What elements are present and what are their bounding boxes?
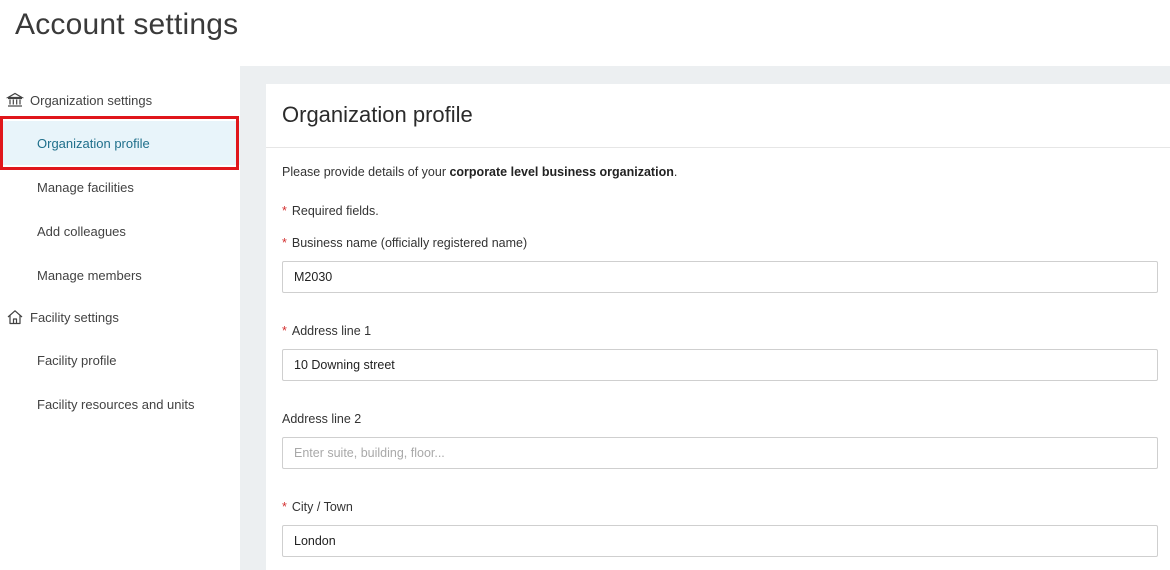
- address-line-1-label: * Address line 1: [282, 324, 371, 338]
- business-name-label: * Business name (officially registered na…: [282, 236, 527, 250]
- sidebar-section-organization: Organization settings: [6, 89, 152, 111]
- address-line-2-label: Address line 2: [282, 412, 361, 426]
- page-title: Account settings: [15, 8, 239, 41]
- sidebar-item-organization-profile[interactable]: Organization profile: [0, 121, 240, 165]
- required-star: *: [282, 236, 287, 250]
- intro-text: Please provide details of your corporate…: [282, 165, 677, 179]
- sidebar-section-label: Organization settings: [30, 92, 153, 108]
- sidebar-item-facility-resources[interactable]: Facility resources and units: [0, 382, 240, 426]
- sidebar-item-manage-members[interactable]: Manage members: [0, 253, 240, 297]
- sidebar-item-label: Manage facilities: [37, 179, 134, 195]
- sidebar-item-label: Facility profile: [37, 352, 117, 368]
- intro-suffix: .: [673, 165, 678, 179]
- sidebar-item-label: Add colleagues: [37, 223, 126, 239]
- intro-bold: corporate level business organization: [449, 165, 674, 179]
- page-header: Account settings: [0, 0, 1170, 66]
- address-line-1-input[interactable]: [282, 349, 1158, 381]
- divider: [266, 147, 1170, 148]
- required-note-text: Required fields.: [291, 204, 379, 218]
- required-star: *: [282, 204, 287, 218]
- label-text: City / Town: [291, 500, 353, 514]
- sidebar-item-label: Organization profile: [37, 135, 150, 151]
- required-star: *: [282, 324, 287, 338]
- label-text: Business name (officially registered nam…: [291, 236, 528, 250]
- required-note: * Required fields.: [282, 204, 379, 218]
- sidebar-item-add-colleagues[interactable]: Add colleagues: [0, 209, 240, 253]
- card-title: Organization profile: [282, 102, 473, 127]
- business-name-input[interactable]: [282, 261, 1158, 293]
- sidebar-item-label: Facility resources and units: [37, 396, 195, 412]
- city-label: * City / Town: [282, 500, 353, 514]
- home-icon: [6, 308, 24, 326]
- profile-card: Organization profile Please provide deta…: [266, 84, 1170, 570]
- city-input[interactable]: [282, 525, 1158, 557]
- sidebar-item-facility-profile[interactable]: Facility profile: [0, 338, 240, 382]
- intro-prefix: Please provide details of your: [282, 165, 450, 179]
- bank-icon: [6, 91, 24, 109]
- sidebar-item-label: Manage members: [37, 267, 142, 283]
- sidebar-section-facility: Facility settings: [6, 306, 119, 328]
- label-text: Address line 1: [291, 324, 372, 338]
- required-star: *: [282, 500, 287, 514]
- address-line-2-input[interactable]: [282, 437, 1158, 469]
- label-text: Address line 2: [282, 412, 362, 426]
- sidebar-section-label: Facility settings: [30, 309, 119, 325]
- sidebar-item-manage-facilities[interactable]: Manage facilities: [0, 165, 240, 209]
